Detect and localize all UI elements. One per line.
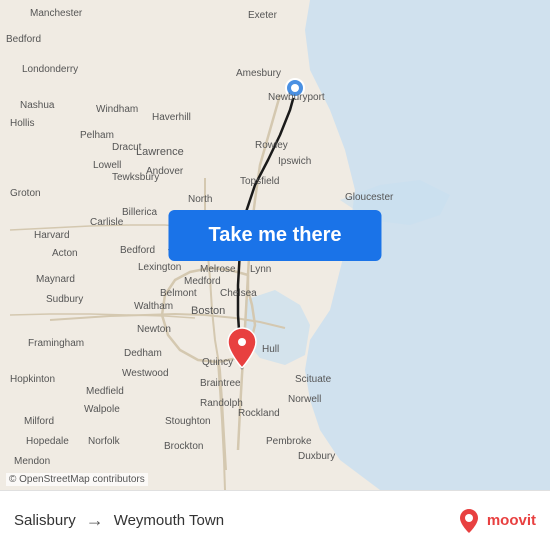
svg-text:Chelsea: Chelsea [220, 288, 257, 299]
map-container: Manchester Exeter Bedford Londonderry Am… [0, 0, 550, 490]
svg-text:Sudbury: Sudbury [46, 294, 83, 305]
svg-text:Hopkinton: Hopkinton [10, 374, 55, 385]
svg-text:Melrose: Melrose [200, 264, 236, 275]
svg-text:Lexington: Lexington [138, 262, 181, 273]
moovit-icon [455, 507, 483, 535]
moovit-text: moovit [487, 512, 536, 529]
svg-text:Milford: Milford [24, 416, 54, 427]
svg-text:Gloucester: Gloucester [345, 192, 394, 203]
svg-text:Brockton: Brockton [164, 441, 203, 452]
svg-text:Newburyport: Newburyport [268, 92, 325, 103]
svg-text:Newton: Newton [137, 324, 171, 335]
svg-text:Topsfield: Topsfield [240, 176, 279, 187]
svg-text:Boston: Boston [191, 305, 225, 317]
svg-text:Hollis: Hollis [10, 118, 34, 129]
svg-text:North: North [188, 194, 212, 205]
svg-text:Dracut: Dracut [112, 142, 142, 153]
svg-text:Maynard: Maynard [36, 274, 75, 285]
svg-text:Acton: Acton [52, 248, 78, 259]
map-attribution: © OpenStreetMap contributors [6, 473, 148, 486]
svg-text:Quincy: Quincy [202, 357, 233, 368]
destination-label: Weymouth Town [114, 512, 224, 529]
svg-text:Stoughton: Stoughton [165, 416, 211, 427]
svg-text:Manchester: Manchester [30, 8, 83, 19]
svg-text:Scituate: Scituate [295, 374, 332, 385]
svg-text:Belmont: Belmont [160, 288, 197, 299]
svg-text:Waltham: Waltham [134, 301, 173, 312]
moovit-logo: moovit [455, 507, 536, 535]
svg-text:Haverhill: Haverhill [152, 112, 191, 123]
bottom-bar: Salisbury → Weymouth Town moovit [0, 490, 550, 550]
svg-text:Lynn: Lynn [250, 264, 271, 275]
svg-text:Braintree: Braintree [200, 378, 241, 389]
svg-text:Tewksbury: Tewksbury [112, 172, 159, 183]
origin-label: Salisbury [14, 512, 76, 529]
svg-text:Framingham: Framingham [28, 338, 84, 349]
arrow-right-icon: → [86, 510, 104, 531]
svg-text:Rowley: Rowley [255, 140, 288, 151]
svg-text:Pelham: Pelham [80, 130, 114, 141]
svg-text:Harvard: Harvard [34, 230, 70, 241]
svg-text:Westwood: Westwood [122, 368, 169, 379]
svg-text:Exeter: Exeter [248, 10, 278, 21]
svg-text:Carlisle: Carlisle [90, 217, 124, 228]
svg-text:Randolph: Randolph [200, 398, 243, 409]
svg-text:Pembroke: Pembroke [266, 436, 312, 447]
svg-text:Windham: Windham [96, 104, 138, 115]
svg-text:Londonderry: Londonderry [22, 64, 78, 75]
svg-text:Lowell: Lowell [93, 160, 121, 171]
svg-text:Bedford: Bedford [6, 34, 41, 45]
svg-text:Groton: Groton [10, 188, 41, 199]
svg-text:Duxbury: Duxbury [298, 451, 335, 462]
svg-text:Medfield: Medfield [86, 386, 124, 397]
svg-text:Rockland: Rockland [238, 408, 280, 419]
svg-text:Norfolk: Norfolk [88, 436, 121, 447]
svg-text:Norwell: Norwell [288, 394, 321, 405]
svg-text:Medford: Medford [184, 276, 221, 287]
svg-text:Amesbury: Amesbury [236, 68, 281, 79]
take-me-there-button[interactable]: Take me there [168, 210, 381, 261]
svg-text:Hopedale: Hopedale [26, 436, 69, 447]
lawrence-label: Lawrence [136, 146, 184, 158]
svg-text:Bedford: Bedford [120, 245, 155, 256]
svg-text:Billerica: Billerica [122, 207, 157, 218]
svg-text:Mendon: Mendon [14, 456, 50, 467]
svg-text:Dedham: Dedham [124, 348, 162, 359]
svg-text:Ipswich: Ipswich [278, 156, 311, 167]
svg-text:Walpole: Walpole [84, 404, 120, 415]
svg-text:Hull: Hull [262, 344, 279, 355]
svg-text:Nashua: Nashua [20, 100, 55, 111]
